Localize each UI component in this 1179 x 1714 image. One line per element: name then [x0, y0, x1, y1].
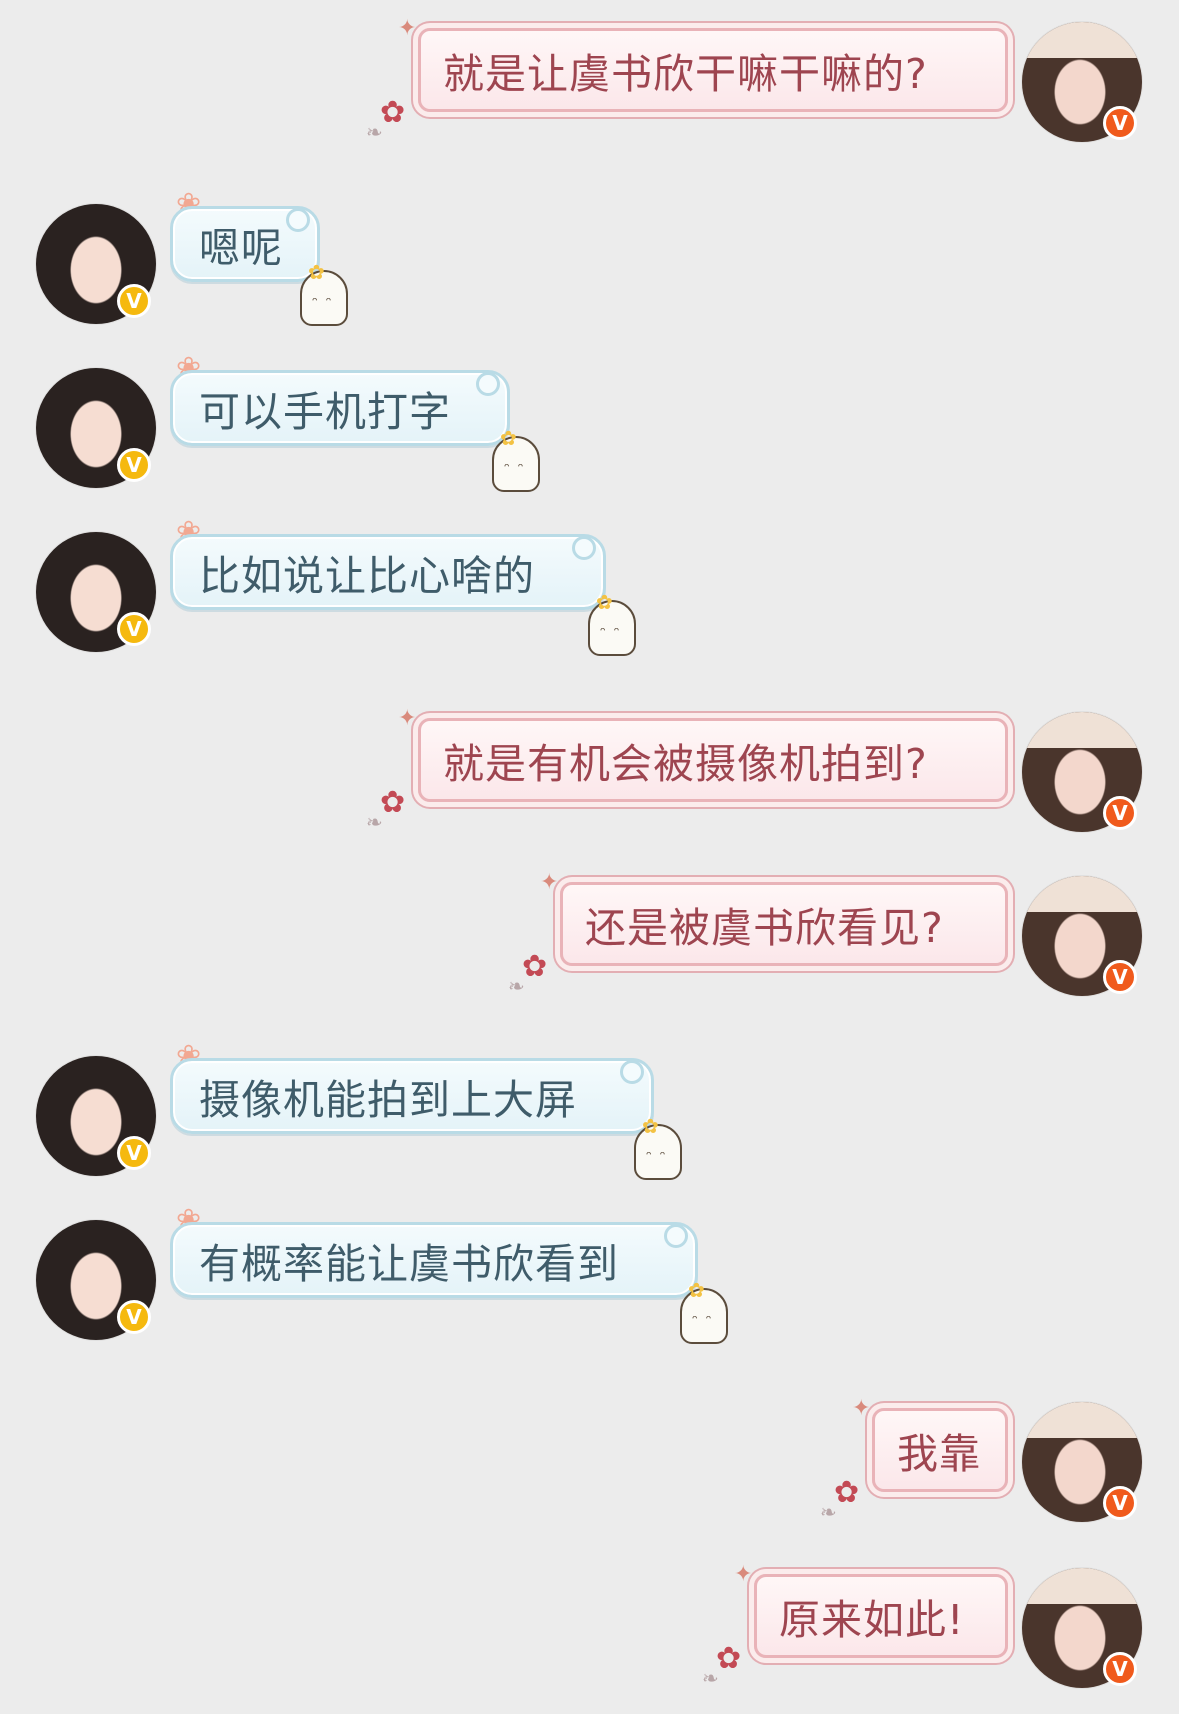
rose-icon: ✿ [522, 949, 548, 984]
verified-v-icon: V [117, 448, 151, 482]
message-row: V ❀ 有概率能让虞书欣看到 ✿ ᵔᵔ [0, 1206, 1179, 1344]
message-text: 就是让虞书欣干嘛干嘛的? [443, 50, 928, 98]
message-text: 有概率能让虞书欣看到 [199, 1240, 619, 1288]
leaf-icon: ❧ [820, 1500, 837, 1524]
sparkle-icon: ✦ [398, 16, 417, 41]
message-bubble[interactable]: 摄像机能拍到上大屏 [170, 1058, 654, 1134]
message-row: V ❀ 比如说让比心啥的 ✿ ᵔᵔ [0, 518, 1179, 656]
ghost-icon: ✿ ᵔᵔ [634, 1116, 682, 1180]
message-bubble[interactable]: 比如说让比心啥的 [170, 534, 606, 610]
sparkle-icon: ✦ [398, 706, 417, 731]
verified-v-icon: V [1103, 1652, 1137, 1686]
ghost-icon: ✿ ᵔᵔ [492, 428, 540, 492]
leaf-icon: ❧ [366, 120, 383, 144]
verified-v-icon: V [1103, 960, 1137, 994]
message-row: V ❀ 摄像机能拍到上大屏 ✿ ᵔᵔ [0, 1042, 1179, 1180]
message-text: 我靠 [897, 1430, 981, 1478]
message-row: ✦ ❀ 还是被虞书欣看见? ✿ ❧ V [0, 868, 1179, 998]
bubble-ring-icon [572, 536, 596, 560]
message-row: ✦ ❀ 就是有机会被摄像机拍到? ✿ ❧ V [0, 704, 1179, 834]
message-text: 嗯呢 [199, 224, 283, 272]
message-bubble[interactable]: 就是有机会被摄像机拍到? [418, 718, 1008, 802]
rose-icon: ✿ [380, 785, 406, 820]
message-bubble[interactable]: 还是被虞书欣看见? [560, 882, 1008, 966]
leaf-icon: ❧ [508, 974, 525, 998]
verified-v-icon: V [117, 284, 151, 318]
message-row: V ❀ 嗯呢 ✿ ᵔᵔ [0, 190, 1179, 326]
message-text: 原来如此! [779, 1596, 965, 1644]
leaf-icon: ❧ [702, 1666, 719, 1690]
message-bubble[interactable]: 我靠 [872, 1408, 1008, 1492]
bubble-ring-icon [620, 1060, 644, 1084]
message-text: 摄像机能拍到上大屏 [199, 1076, 577, 1124]
message-row: ✦ ❀ 我靠 ✿ ❧ V [0, 1394, 1179, 1524]
bubble-ring-icon [286, 208, 310, 232]
message-row: ✦ ❀ 原来如此! ✿ ❧ V [0, 1560, 1179, 1690]
verified-v-icon: V [117, 1136, 151, 1170]
message-bubble[interactable]: 原来如此! [754, 1574, 1008, 1658]
message-text: 还是被虞书欣看见? [585, 904, 944, 952]
verified-v-icon: V [117, 612, 151, 646]
sparkle-icon: ✦ [540, 870, 559, 895]
message-bubble[interactable]: 就是让虞书欣干嘛干嘛的? [418, 28, 1008, 112]
ghost-icon: ✿ ᵔᵔ [680, 1280, 728, 1344]
sparkle-icon: ✦ [734, 1562, 753, 1587]
sparkle-icon: ✦ [852, 1396, 871, 1421]
message-bubble[interactable]: 可以手机打字 [170, 370, 510, 446]
message-row: V ❀ 可以手机打字 ✿ ᵔᵔ [0, 354, 1179, 492]
verified-v-icon: V [117, 1300, 151, 1334]
verified-v-icon: V [1103, 106, 1137, 140]
bubble-ring-icon [476, 372, 500, 396]
rose-icon: ✿ [716, 1641, 742, 1676]
rose-icon: ✿ [380, 95, 406, 130]
ghost-icon: ✿ ᵔᵔ [300, 262, 348, 326]
leaf-icon: ❧ [366, 810, 383, 834]
message-text: 可以手机打字 [199, 388, 451, 436]
ghost-icon: ✿ ᵔᵔ [588, 592, 636, 656]
rose-icon: ✿ [834, 1475, 860, 1510]
bubble-ring-icon [664, 1224, 688, 1248]
verified-v-icon: V [1103, 1486, 1137, 1520]
verified-v-icon: V [1103, 796, 1137, 830]
message-bubble[interactable]: 有概率能让虞书欣看到 [170, 1222, 698, 1298]
message-text: 比如说让比心啥的 [199, 552, 535, 600]
message-text: 就是有机会被摄像机拍到? [443, 740, 928, 788]
message-row: ✦ ❀ 就是让虞书欣干嘛干嘛的? ✿ ❧ V [0, 14, 1179, 144]
